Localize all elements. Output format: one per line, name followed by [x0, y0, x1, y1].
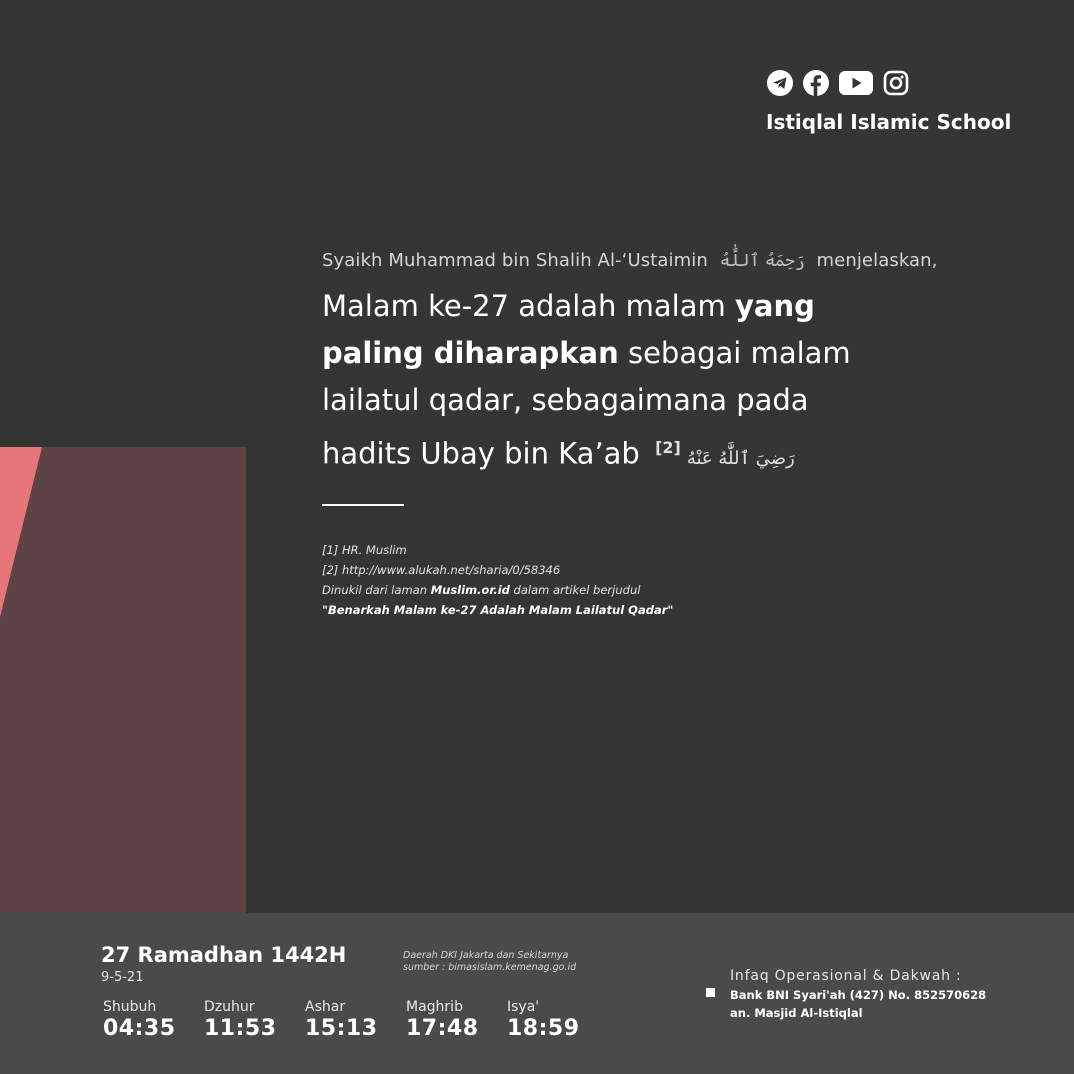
prayer-times: Shubuh 04:35 Dzuhur 11:53 Ashar 15:13 Ma…	[103, 999, 608, 1041]
prayer-time: 17:48	[406, 1016, 479, 1041]
prayer-ashar: Ashar 15:13	[305, 999, 406, 1041]
prayer-isya: Isya' 18:59	[507, 999, 608, 1041]
bullet-icon	[706, 988, 715, 997]
quote-intro-speaker: Syaikh Muhammad bin Shalih Al-‘Ustaimin	[322, 250, 708, 271]
youtube-icon[interactable]	[838, 69, 874, 97]
prayer-name: Maghrib	[406, 999, 463, 1015]
brand-header: Istiqlal Islamic School	[766, 66, 1026, 134]
infaq-bank-account: Bank BNI Syari'ah (427) No. 852570628	[730, 988, 987, 1002]
quote-intro: Syaikh Muhammad bin Shalih Al-‘Ustaimin …	[322, 250, 962, 271]
brand-name: Istiqlal Islamic School	[766, 110, 1012, 134]
source-suffix: dalam artikel berjudul	[509, 582, 641, 597]
prayer-name: Ashar	[305, 999, 346, 1015]
quote-intro-verb: menjelaskan,	[816, 250, 938, 271]
honorific-text: رَحِمَهُ ٱللَّٰهُ	[719, 251, 805, 271]
schedule-source: sumber : bimasislam.kemenag.go.id	[403, 962, 577, 973]
prayer-dzuhur: Dzuhur 11:53	[204, 999, 305, 1041]
social-icons	[766, 66, 1026, 100]
decorative-block	[0, 447, 246, 913]
source-prefix: Dinukil dari laman	[322, 582, 431, 597]
gregorian-date: 9-5-21	[101, 970, 144, 985]
prayer-time: 15:13	[305, 1016, 378, 1041]
prayer-name: Isya'	[507, 999, 540, 1015]
article-title: "Benarkah Malam ke-27 Adalah Malam Laila…	[322, 602, 674, 617]
quote-text-part-1: Malam ke-27 adalah malam	[322, 289, 735, 323]
region-name: Daerah DKI Jakarta dan Sekitarnya	[403, 950, 569, 961]
hijri-date: 27 Ramadhan 1442H	[101, 943, 347, 967]
telegram-icon[interactable]	[766, 69, 794, 97]
prayer-shubuh: Shubuh 04:35	[103, 999, 204, 1041]
quote-main-text: Malam ke-27 adalah malam yang paling dih…	[322, 283, 882, 482]
infaq-title: Infaq Operasional & Dakwah :	[730, 968, 962, 984]
divider	[322, 503, 404, 506]
source-line: Dinukil dari laman Muslim.or.id dalam ar…	[322, 580, 962, 600]
quote-block: Syaikh Muhammad bin Shalih Al-‘Ustaimin …	[322, 250, 962, 620]
prayer-time: 04:35	[103, 1016, 176, 1041]
source-site: Muslim.or.id	[430, 582, 510, 597]
reference-1: [1] HR. Muslim	[322, 542, 407, 557]
footer-bar: 27 Ramadhan 1442H 9-5-21 Daerah DKI Jaka…	[0, 913, 1074, 1074]
prayer-maghrib: Maghrib 17:48	[406, 999, 507, 1041]
infaq-account-owner: an. Masjid Al-Istiqlal	[730, 1006, 863, 1020]
region-info: Daerah DKI Jakarta dan Sekitarnya sumber…	[403, 950, 576, 974]
infaq-info: Infaq Operasional & Dakwah : Bank BNI Sy…	[706, 968, 1046, 1020]
references: [1] HR. Muslim [2] http://www.alukah.net…	[322, 540, 962, 620]
prayer-name: Shubuh	[103, 999, 157, 1015]
reference-2: [2] http://www.alukah.net/sharia/0/58346	[322, 562, 561, 577]
citation-marker: [2]	[655, 438, 681, 457]
facebook-icon[interactable]	[802, 69, 830, 97]
prayer-time: 18:59	[507, 1016, 580, 1041]
instagram-icon[interactable]	[882, 69, 910, 97]
prayer-name: Dzuhur	[204, 999, 255, 1015]
prayer-time: 11:53	[204, 1016, 277, 1041]
honorific-text: رَضِيَ ٱللَّٰهُ عَنْهُ	[686, 447, 795, 469]
